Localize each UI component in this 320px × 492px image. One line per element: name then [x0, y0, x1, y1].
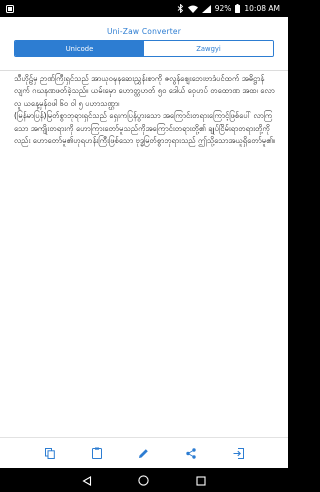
- paste-button[interactable]: [87, 443, 107, 463]
- app-header: Uni-Zaw Converter Unicode Zawgyi: [0, 17, 288, 71]
- signal-icon: [201, 4, 211, 13]
- app-window: Uni-Zaw Converter Unicode Zawgyi သီဟိုဠ်…: [0, 17, 288, 468]
- notification-area: [6, 0, 14, 17]
- system-nav-bar: [0, 468, 288, 492]
- back-triangle-icon: [82, 471, 92, 490]
- text-editor[interactable]: သီဟိုဠ်မှ ဉာဏ်ကြီးရှင်သည် အာယုဝဍ္ဎနဆေးညွ…: [0, 71, 288, 437]
- share-button[interactable]: [181, 443, 201, 463]
- tab-unicode[interactable]: Unicode: [15, 41, 144, 56]
- tab-zawgyi[interactable]: Zawgyi: [144, 41, 273, 56]
- editor-paragraph: သီဟိုဠ်မှ ဉာဏ်ကြီးရှင်သည် အာယုဝဍ္ဎနဆေးညွ…: [14, 74, 275, 108]
- recents-button[interactable]: [193, 472, 209, 488]
- bluetooth-icon: [177, 4, 184, 13]
- battery-icon: [235, 4, 241, 13]
- bottom-toolbar: [0, 437, 288, 468]
- home-button[interactable]: [136, 472, 152, 488]
- app-title: Uni-Zaw Converter: [106, 27, 182, 36]
- clock: 10:08 AM: [244, 4, 280, 13]
- copy-icon: [44, 444, 55, 463]
- editor-paragraph: (မြန်မာပြန်)မြတ်စွာဘုရားရှင်သည် ရှေးကပြန…: [14, 111, 276, 146]
- login-icon: [233, 444, 244, 463]
- clipboard-icon: [91, 444, 102, 463]
- pencil-icon: [138, 444, 149, 463]
- notification-icon: [6, 4, 14, 13]
- status-bar: 92% 10:08 AM: [0, 0, 288, 17]
- home-circle-icon: [138, 471, 150, 490]
- converter-tabs: Unicode Zawgyi: [14, 40, 274, 57]
- recents-square-icon: [196, 471, 206, 490]
- back-button[interactable]: [79, 472, 95, 488]
- copy-button[interactable]: [40, 443, 60, 463]
- export-button[interactable]: [228, 443, 248, 463]
- wifi-icon: [187, 5, 198, 13]
- edit-button[interactable]: [134, 443, 154, 463]
- battery-percent: 92%: [214, 4, 232, 13]
- share-icon: [186, 444, 196, 463]
